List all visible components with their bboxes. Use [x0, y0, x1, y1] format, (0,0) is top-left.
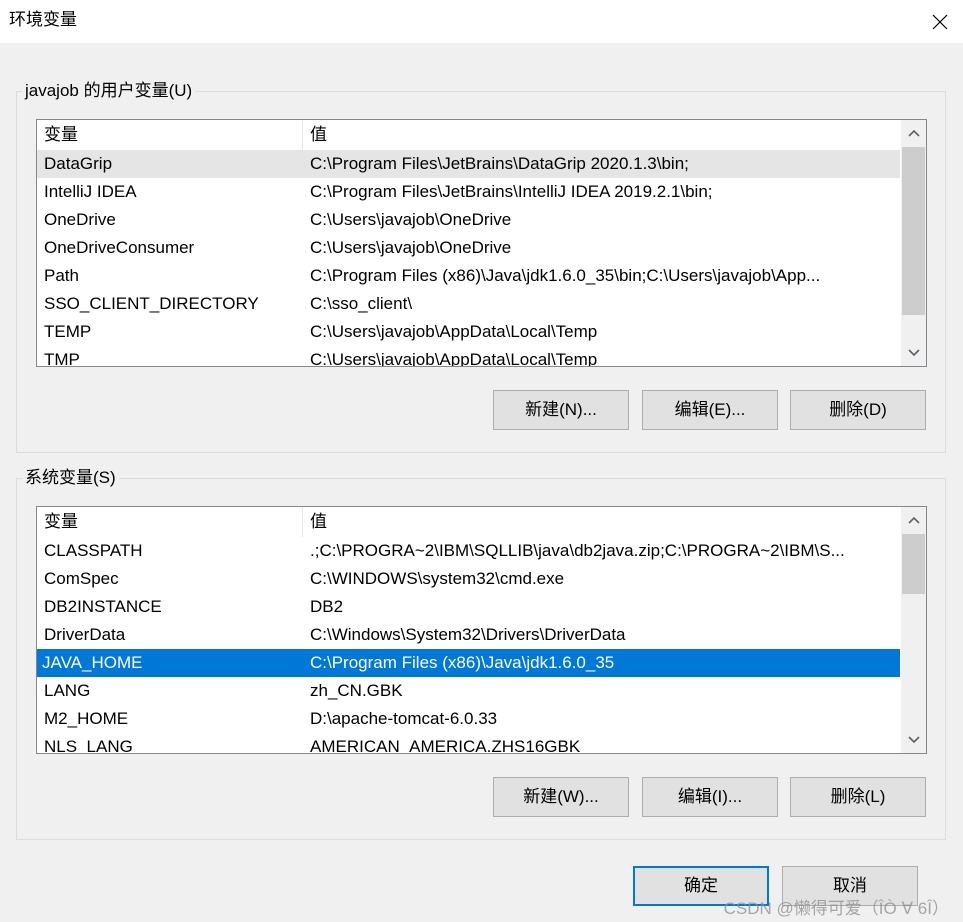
scroll-up-button[interactable] — [901, 120, 926, 146]
list-header: 变量 值 — [37, 120, 900, 150]
list-row[interactable]: JAVA_HOME C:\Program Files (x86)\Java\jdk… — [37, 649, 900, 677]
close-button[interactable] — [917, 0, 963, 43]
list-row[interactable]: OneDrive C:\Users\javajob\OneDrive — [37, 206, 900, 234]
variable-value: C:\Users\javajob\OneDrive — [310, 238, 512, 257]
list-row[interactable]: DB2INSTANCE DB2 — [37, 593, 900, 621]
user-vars-scrollbar[interactable] — [901, 120, 926, 366]
variable-name: TMP — [44, 350, 80, 367]
variable-value: AMERICAN_AMERICA.ZHS16GBK — [310, 737, 581, 754]
list-row[interactable]: SSO_CLIENT_DIRECTORY C:\sso_client\ — [37, 290, 900, 318]
variable-name: NLS_LANG — [44, 737, 133, 754]
system-edit-button[interactable]: 编辑(I)... — [642, 777, 778, 817]
system-vars-rows: CLASSPATH .;C:\PROGRA~2\IBM\SQLLIB\java\d… — [37, 537, 900, 754]
variable-value: C:\Users\javajob\AppData\Local\Temp — [310, 322, 598, 341]
variable-name: JAVA_HOME — [42, 653, 143, 672]
list-row[interactable]: OneDriveConsumer C:\Users\javajob\OneDriv… — [37, 234, 900, 262]
system-delete-button[interactable]: 删除(L) — [790, 777, 926, 817]
scroll-thumb[interactable] — [902, 534, 925, 594]
variable-value: C:\Users\javajob\AppData\Local\Temp — [310, 350, 598, 367]
list-row[interactable]: DataGrip C:\Program Files\JetBrains\DataG… — [37, 150, 900, 178]
variable-name: CLASSPATH — [44, 541, 143, 560]
variable-value: C:\Program Files (x86)\Java\jdk1.6.0_35\… — [310, 266, 821, 285]
list-header: 变量 值 — [37, 507, 900, 537]
column-divider[interactable] — [302, 120, 303, 150]
list-row[interactable]: M2_HOME D:\apache-tomcat-6.0.33 — [37, 705, 900, 733]
chevron-down-icon — [907, 736, 920, 744]
system-vars-group-label: 系统变量(S) — [22, 467, 119, 489]
system-new-button[interactable]: 新建(W)... — [493, 777, 629, 817]
list-row[interactable]: LANG zh_CN.GBK — [37, 677, 900, 705]
title-bar: 环境变量 — [0, 0, 963, 43]
column-header-name[interactable]: 变量 — [44, 120, 78, 150]
variable-value: C:\sso_client\ — [310, 294, 413, 313]
scroll-up-button[interactable] — [901, 507, 926, 533]
variable-name: TEMP — [44, 322, 92, 341]
user-vars-rows: DataGrip C:\Program Files\JetBrains\DataG… — [37, 150, 900, 367]
column-divider[interactable] — [302, 507, 303, 537]
user-delete-button[interactable]: 删除(D) — [790, 390, 926, 430]
variable-name: OneDrive — [44, 210, 116, 229]
chevron-up-icon — [907, 129, 920, 137]
variable-name: Path — [44, 266, 79, 285]
variable-name: OneDriveConsumer — [44, 238, 195, 257]
list-row[interactable]: DriverData C:\Windows\System32\Drivers\Dr… — [37, 621, 900, 649]
variable-value: zh_CN.GBK — [310, 681, 403, 700]
chevron-up-icon — [907, 516, 920, 524]
window-title: 环境变量 — [9, 10, 77, 29]
variable-value: C:\WINDOWS\system32\cmd.exe — [310, 569, 565, 588]
variable-name: SSO_CLIENT_DIRECTORY — [44, 294, 259, 313]
list-row[interactable]: CLASSPATH .;C:\PROGRA~2\IBM\SQLLIB\java\d… — [37, 537, 900, 565]
column-header-value[interactable]: 值 — [310, 120, 327, 150]
list-row[interactable]: NLS_LANG AMERICAN_AMERICA.ZHS16GBK — [37, 733, 900, 754]
scroll-down-button[interactable] — [901, 727, 926, 753]
scroll-thumb[interactable] — [902, 147, 925, 315]
list-row[interactable]: TEMP C:\Users\javajob\AppData\Local\Temp — [37, 318, 900, 346]
scroll-down-button[interactable] — [901, 340, 926, 366]
system-vars-list[interactable]: 变量 值 CLASSPATH .;C:\PROGRA~2\IBM\SQLLIB\j… — [36, 506, 927, 754]
watermark: CSDN @懒得可爱（ÎÒ ∀ 6Î） — [723, 899, 949, 918]
variable-value: C:\Program Files\JetBrains\IntelliJ IDEA… — [310, 182, 713, 201]
variable-name: DriverData — [44, 625, 126, 644]
user-vars-list[interactable]: 变量 值 DataGrip C:\Program Files\JetBrains\… — [36, 119, 927, 367]
variable-name: DB2INSTANCE — [44, 597, 162, 616]
variable-name: DataGrip — [44, 154, 113, 173]
variable-value: C:\Program Files\JetBrains\DataGrip 2020… — [310, 154, 689, 173]
list-row[interactable]: IntelliJ IDEA C:\Program Files\JetBrains\… — [37, 178, 900, 206]
variable-value: C:\Windows\System32\Drivers\DriverData — [310, 625, 626, 644]
system-vars-scrollbar[interactable] — [901, 507, 926, 753]
list-row[interactable]: Path C:\Program Files (x86)\Java\jdk1.6.0… — [37, 262, 900, 290]
list-row[interactable]: ComSpec C:\WINDOWS\system32\cmd.exe — [37, 565, 900, 593]
user-vars-group-label: javajob 的用户变量(U) — [22, 80, 196, 102]
variable-value: D:\apache-tomcat-6.0.33 — [310, 709, 498, 728]
user-new-button[interactable]: 新建(N)... — [493, 390, 629, 430]
variable-name: M2_HOME — [44, 709, 129, 728]
column-header-name[interactable]: 变量 — [44, 507, 78, 537]
close-icon — [932, 14, 948, 29]
variable-value: DB2 — [310, 597, 344, 616]
variable-name: IntelliJ IDEA — [44, 182, 137, 201]
variable-name: LANG — [44, 681, 91, 700]
variable-name: ComSpec — [44, 569, 119, 588]
user-edit-button[interactable]: 编辑(E)... — [642, 390, 778, 430]
column-header-value[interactable]: 值 — [310, 507, 327, 537]
variable-value: C:\Users\javajob\OneDrive — [310, 210, 512, 229]
chevron-down-icon — [907, 349, 920, 357]
list-row[interactable]: TMP C:\Users\javajob\AppData\Local\Temp — [37, 346, 900, 367]
variable-value: .;C:\PROGRA~2\IBM\SQLLIB\java\db2java.zi… — [310, 541, 845, 560]
variable-value: C:\Program Files (x86)\Java\jdk1.6.0_35 — [310, 653, 615, 672]
